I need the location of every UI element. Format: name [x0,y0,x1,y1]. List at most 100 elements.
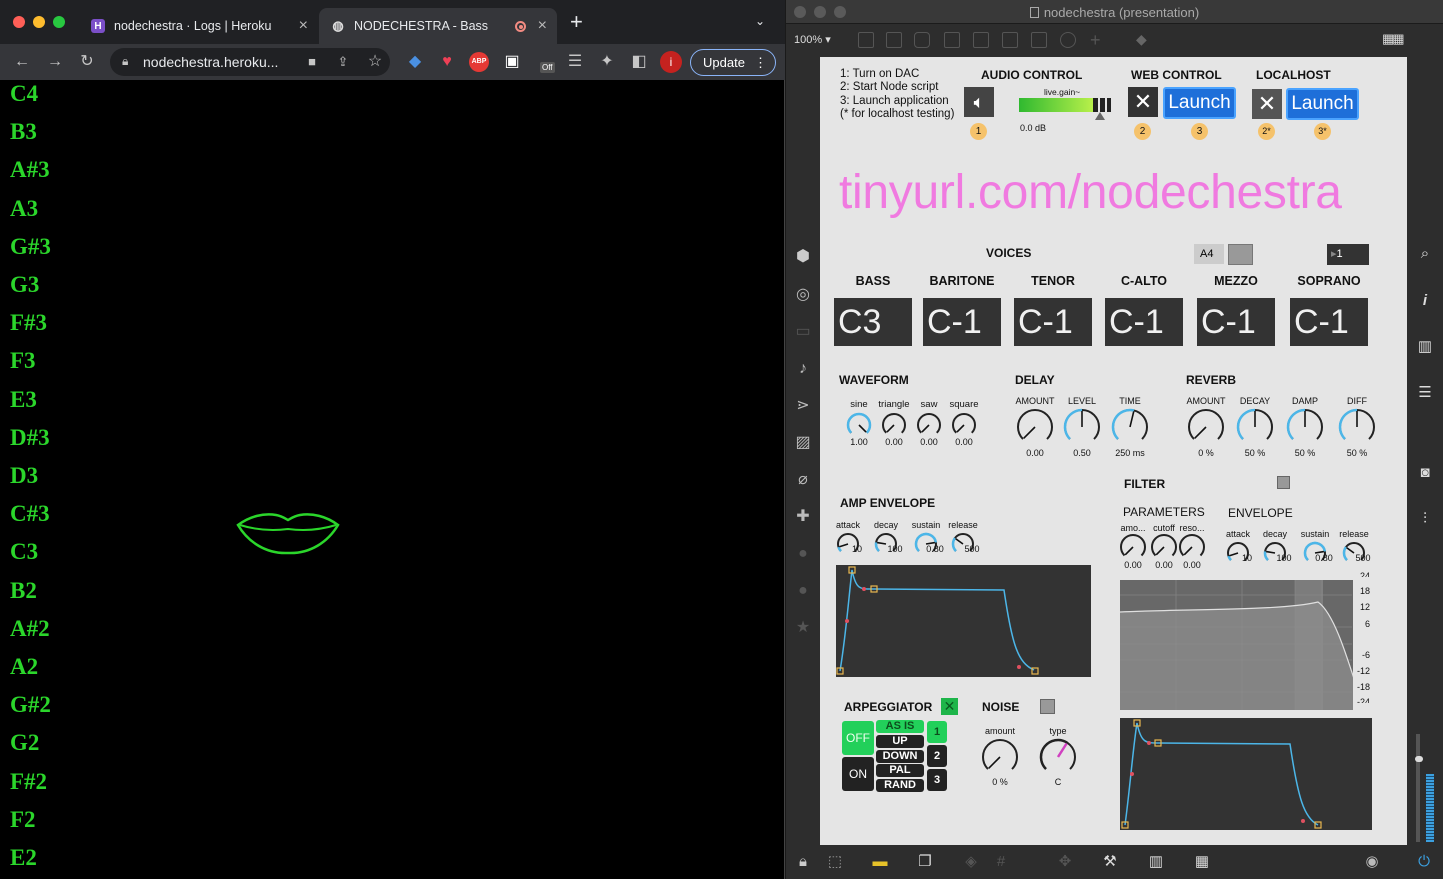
keyboard-grid-icon[interactable]: ▦▦ [1382,31,1405,51]
wrench-icon[interactable]: ⚒ [1101,853,1119,871]
off-extension-icon[interactable]: Off [535,52,555,73]
lock-extension-icon[interactable]: ▣ [502,52,522,72]
knob-dial[interactable] [981,738,1019,776]
windows-icon[interactable]: ❐ [916,853,934,871]
slider-icon[interactable] [1031,32,1047,48]
mixer-sliders-icon[interactable]: ⫶ [1415,509,1435,529]
amp-envelope-graph[interactable] [836,565,1091,677]
back-arrow-icon[interactable]: ← [12,52,32,72]
piano-icon[interactable]: ▥ [1147,853,1165,871]
new-tab-button[interactable]: + [570,11,583,33]
knob-dial[interactable] [881,412,907,438]
localhost-launch-button[interactable]: Launch [1286,88,1359,120]
minimize-window-button[interactable] [33,16,45,28]
knob-dial[interactable] [1039,738,1077,776]
arp-octave-2-button[interactable]: 2 [927,745,947,767]
bookmark-star-icon[interactable]: ☆ [365,52,385,72]
zoom-select[interactable]: 100% ▾ [794,33,831,46]
presentation-icon[interactable]: ▬ [871,853,889,871]
knob-dial[interactable] [916,412,942,438]
vst-icon[interactable]: ● [793,544,813,564]
filter-response-graph[interactable] [1120,580,1376,710]
puzzle-extensions-icon[interactable]: ✦ [597,52,617,72]
target-icon[interactable]: ◎ [793,285,813,305]
voice-note-display[interactable]: C-1 [1105,298,1183,346]
reference-toggle[interactable] [1228,244,1253,265]
adblock-icon[interactable]: ABP [469,52,489,72]
arp-mode-up-button[interactable]: UP [876,734,924,748]
knob-dial[interactable] [1178,533,1206,561]
paperclip-icon[interactable]: ⌀ [793,470,813,490]
extension-shield-icon[interactable]: ◆ [405,52,425,72]
edit-icon[interactable]: ⬚ [826,853,844,871]
voice-note-display[interactable]: C-1 [923,298,1001,346]
comment-icon[interactable] [914,32,930,48]
knob-dial[interactable] [1187,408,1225,446]
close-tab-icon[interactable]: × [538,17,547,35]
maximize-window-button[interactable] [53,16,65,28]
debug-icon[interactable]: ✥ [1056,853,1074,871]
number-icon[interactable] [1002,32,1018,48]
filter-envelope-graph[interactable] [1120,718,1372,830]
knob-dial[interactable] [1338,408,1376,446]
knob-dial[interactable] [1063,408,1101,446]
knob-dial[interactable] [1119,533,1147,561]
star-icon[interactable]: ★ [793,618,813,638]
tab-nodechestra-bass[interactable]: ◍ NODECHESTRA - Bass × [319,8,557,44]
book-icon[interactable]: ▥ [1415,337,1435,357]
pocket-icon[interactable]: ♥ [437,52,457,72]
toggle-icon[interactable] [973,32,989,48]
arpeggiator-toggle[interactable]: ✕ [941,698,958,715]
knob-dial[interactable] [1016,408,1054,446]
arp-on-button[interactable]: ON [842,757,874,791]
localhost-stop-button[interactable]: ✕ [1252,89,1282,119]
voice-note-display[interactable]: C-1 [1197,298,1275,346]
arp-octave-3-button[interactable]: 3 [927,769,947,791]
sequence-icon[interactable]: ⋗ [793,396,813,416]
profile-avatar[interactable]: i [660,51,682,73]
voice-note-display[interactable]: C-1 [1014,298,1092,346]
plug-icon[interactable]: ✚ [793,507,813,527]
search-icon[interactable]: ⌕ [1415,244,1435,264]
noise-toggle[interactable] [1040,699,1055,714]
voice-count-number[interactable]: ▸1 [1327,244,1369,265]
update-button[interactable]: Update ⋮ [690,49,776,76]
power-icon[interactable]: ⏻ [1415,853,1433,871]
reader-icon[interactable]: ☰ [565,52,585,72]
side-panel-icon[interactable]: ◧ [629,52,649,72]
tab-search-chevron-icon[interactable]: ⌄ [755,14,765,28]
knob-dial[interactable] [1286,408,1324,446]
web-stop-button[interactable]: ✕ [1128,87,1158,117]
button-icon[interactable] [944,32,960,48]
camera-icon[interactable]: ■ [302,52,322,72]
web-launch-button[interactable]: Launch [1163,87,1236,119]
knob-dial[interactable] [951,412,977,438]
volume-slider-handle[interactable] [1415,756,1423,762]
info-icon[interactable]: i [1415,291,1435,311]
voice-note-display[interactable]: C3 [834,298,912,346]
arp-mode-down-button[interactable]: DOWN [876,749,924,763]
snapshot-camera-icon[interactable]: ◙ [1415,463,1435,483]
grid-icon[interactable]: # [992,853,1010,871]
arp-off-button[interactable]: OFF [842,721,874,755]
filter-toggle[interactable] [1277,476,1290,489]
arp-mode-as-is-button[interactable]: AS IS [876,720,924,733]
list-icon[interactable]: ☰ [1415,383,1435,403]
image-icon[interactable]: ▨ [793,433,813,453]
music-note-icon[interactable]: ♪ [793,359,813,379]
arp-mode-pal-button[interactable]: PAL [876,764,924,778]
dac-speaker-button[interactable]: 🔈︎ [964,87,994,117]
knob-dial[interactable] [846,412,872,438]
knob-dial[interactable] [1236,408,1274,446]
lock-icon[interactable]: 🔒︎ [794,853,812,871]
knob-dial[interactable] [1150,533,1178,561]
share-icon[interactable]: ⇪ [333,52,353,72]
forward-arrow-icon[interactable]: → [45,52,65,72]
message-icon[interactable] [886,32,902,48]
mute-icon[interactable]: ◈ [962,853,980,871]
keyboard-icon[interactable]: ▭ [793,322,813,342]
close-window-button[interactable] [13,16,25,28]
gain-pointer-icon[interactable] [1095,112,1105,120]
transport-icon[interactable]: ◉ [1363,853,1381,871]
package-icon[interactable]: ⬢ [793,247,813,267]
